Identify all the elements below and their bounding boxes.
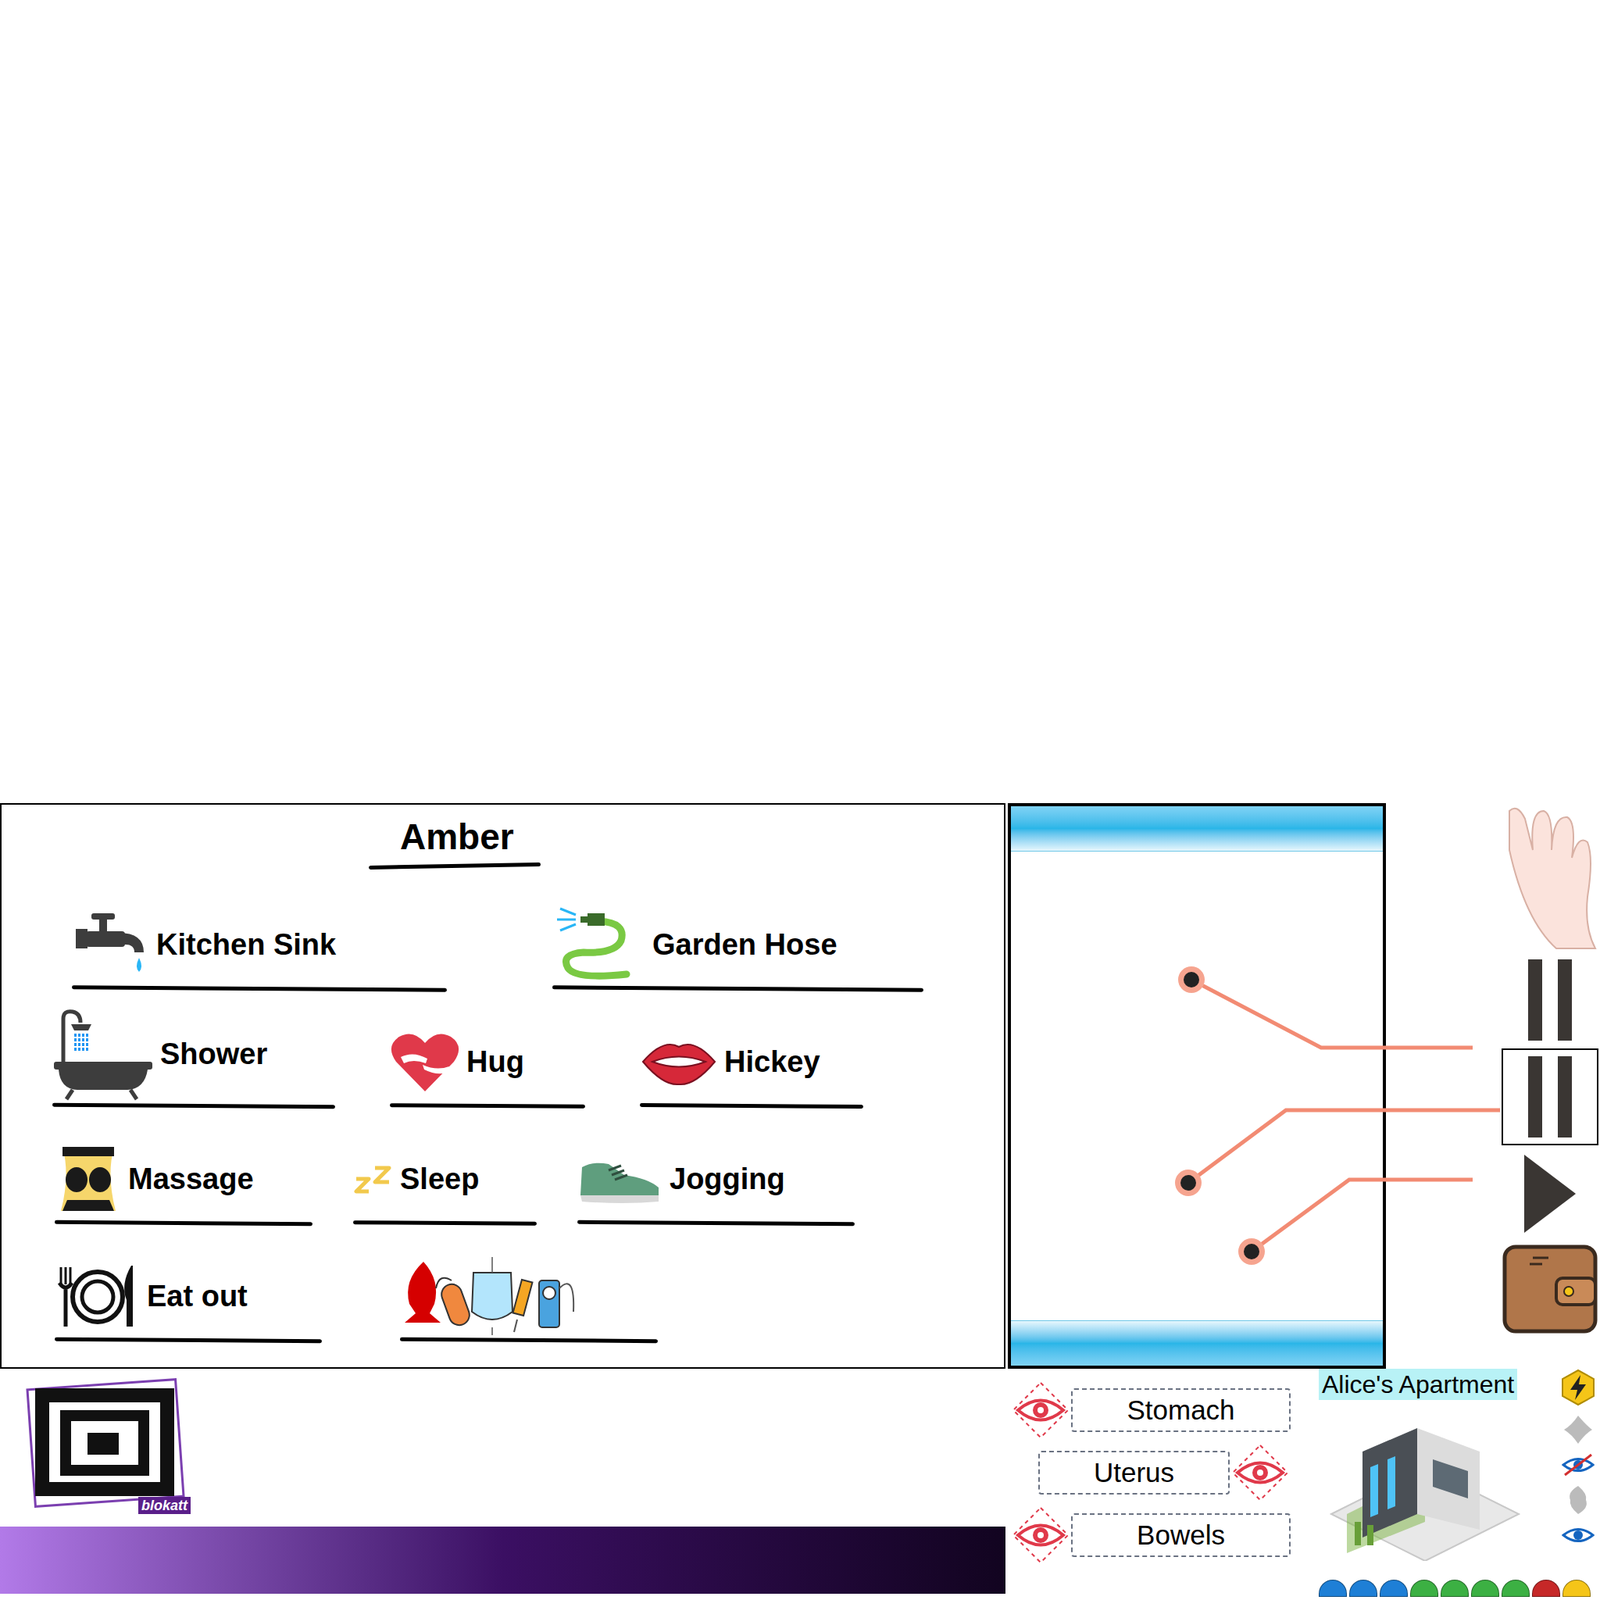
pause-button[interactable]: [1501, 951, 1599, 1049]
activity-underline: [52, 1103, 336, 1110]
activity-button[interactable]: Hug: [389, 1022, 586, 1108]
organ-row[interactable]: Stomach: [1010, 1379, 1291, 1441]
eye-icon[interactable]: [1561, 1523, 1595, 1547]
status-icon-column: [1559, 1368, 1597, 1575]
eye-toggle-icon[interactable]: [1010, 1504, 1072, 1566]
organ-node[interactable]: [1238, 1238, 1265, 1265]
character-name: Amber: [368, 818, 546, 855]
organ-label: Bowels: [1136, 1514, 1225, 1557]
activity-button[interactable]: Garden Hose: [552, 905, 924, 991]
scene-area: [0, 0, 1600, 804]
activity-button[interactable]: [400, 1257, 658, 1343]
status-pill: [1562, 1579, 1591, 1597]
activity-panel: Amber Kitchen Sink Garden Hose Shower Hug Hic…: [0, 803, 1006, 1369]
organ-node[interactable]: [1178, 966, 1205, 993]
cyan-bar-bottom: [1010, 1320, 1383, 1366]
organ-diagram-panel: [1007, 803, 1386, 1369]
activity-underline: [552, 985, 924, 992]
pause-button[interactable]: [1501, 1048, 1599, 1146]
status-pill: [1379, 1579, 1408, 1597]
play-icon: [1522, 1153, 1578, 1235]
hand-icon[interactable]: [1501, 803, 1599, 952]
bathtub-icon: [52, 1007, 154, 1101]
activity-button[interactable]: Jogging: [577, 1139, 855, 1225]
activity-row: Massage Sleep Jogging: [1, 1123, 1004, 1225]
status-pill: [1410, 1579, 1439, 1597]
activity-label: Eat out: [146, 1274, 248, 1319]
activity-label: Sleep: [400, 1157, 479, 1202]
activity-underline: [639, 1103, 864, 1109]
status-pill: [1440, 1579, 1469, 1597]
activity-button[interactable]: Eat out: [54, 1257, 322, 1343]
organ-row[interactable]: Bowels: [1010, 1504, 1291, 1566]
massage-icon: [54, 1143, 122, 1215]
logo-strip-area: blokatt: [0, 1368, 1006, 1600]
activity-label: Hickey: [724, 1039, 821, 1085]
status-pill: [1349, 1579, 1378, 1597]
sleep-zz-icon: [353, 1163, 394, 1195]
organ-label: Stomach: [1126, 1389, 1235, 1432]
activity-label: Massage: [128, 1157, 254, 1202]
organ-list: Stomach Uterus Bowels: [1010, 1368, 1291, 1600]
smoke-icon: [1562, 1414, 1594, 1446]
play-button[interactable]: [1501, 1145, 1599, 1243]
activity-row: Shower Hug Hickey: [1, 1006, 1004, 1108]
lips-icon: [639, 1034, 718, 1090]
purple-strip: [0, 1526, 1006, 1594]
activity-underline: [577, 1220, 855, 1226]
status-pill: [1501, 1579, 1530, 1597]
activity-button[interactable]: Shower: [52, 1007, 336, 1108]
main-row: Amber Kitchen Sink Garden Hose Shower Hug Hic…: [0, 803, 1600, 1369]
game-screen: Amber Kitchen Sink Garden Hose Shower Hug Hic…: [0, 0, 1600, 1600]
equipment-icon: [400, 1257, 588, 1336]
pause-icon: [1525, 959, 1575, 1041]
smoke-icon: [1562, 1484, 1594, 1516]
location-area: Alice's Apartment: [1318, 1368, 1597, 1600]
status-pill: [1532, 1579, 1561, 1597]
activity-underline: [389, 1103, 586, 1109]
activity-button[interactable]: Kitchen Sink: [71, 905, 447, 991]
activity-button[interactable]: Massage: [54, 1139, 313, 1225]
activity-underline: [54, 1220, 313, 1226]
pause-icon: [1525, 1056, 1575, 1138]
eye-toggle-icon[interactable]: [1010, 1379, 1072, 1441]
faucet-icon: [71, 909, 150, 980]
wallet-icon[interactable]: [1501, 1242, 1599, 1336]
activity-label: Jogging: [669, 1157, 786, 1202]
cyan-bar-top: [1010, 806, 1383, 852]
organ-label: Uterus: [1093, 1452, 1175, 1494]
activity-label: Shower: [160, 1032, 268, 1077]
activity-underline: [353, 1220, 537, 1226]
organ-row[interactable]: Uterus: [1010, 1442, 1291, 1504]
activity-row: Eat out: [1, 1240, 1004, 1343]
activity-button[interactable]: Sleep: [353, 1139, 537, 1225]
activity-underline: [71, 985, 447, 992]
activity-button[interactable]: Hickey: [639, 1022, 864, 1108]
hug-heart-icon: [389, 1030, 461, 1093]
logo: blokatt: [0, 1368, 205, 1525]
building-icon: [1323, 1404, 1527, 1561]
status-pill: [1318, 1579, 1347, 1597]
bottom-row: blokatt Stomach Uterus Bowels Alice's Apartm…: [0, 1368, 1600, 1600]
hidden-eye-icon[interactable]: [1561, 1453, 1595, 1477]
eye-toggle-icon[interactable]: [1229, 1442, 1291, 1504]
status-pill-row: [1318, 1575, 1597, 1597]
energy-icon: [1560, 1368, 1596, 1407]
organ-links-diagram: [0, 803, 1600, 1369]
activity-underline: [400, 1337, 658, 1343]
garden-hose-icon: [552, 905, 647, 984]
organ-node[interactable]: [1175, 1169, 1202, 1197]
activity-label: Kitchen Sink: [156, 922, 336, 968]
plate-cutlery-icon: [54, 1260, 141, 1332]
activity-label: Garden Hose: [652, 922, 838, 968]
logo-text: blokatt: [138, 1496, 191, 1515]
location-name[interactable]: Alice's Apartment: [1318, 1368, 1518, 1400]
status-pill: [1471, 1579, 1500, 1597]
activity-label: Hug: [466, 1039, 525, 1085]
sneaker-icon: [577, 1151, 664, 1207]
control-column: [1500, 803, 1600, 1369]
activity-row: Kitchen Sink Garden Hose: [1, 889, 1004, 991]
activity-underline: [54, 1337, 322, 1343]
